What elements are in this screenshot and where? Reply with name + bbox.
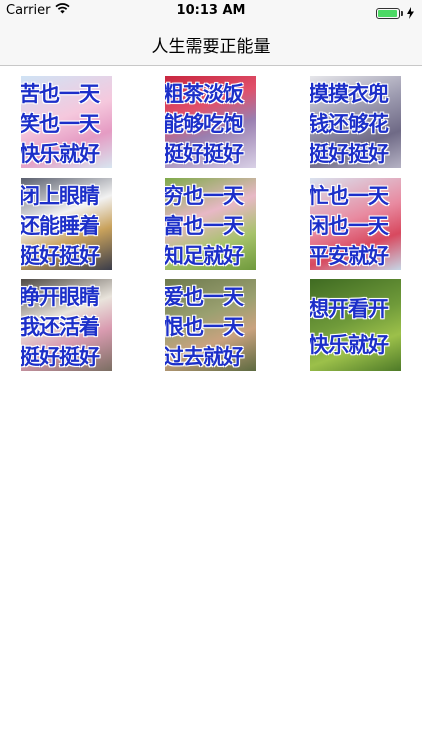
tile-line: 闭上眼睛 (21, 183, 100, 208)
battery-tip (401, 11, 403, 16)
grid-tile-4[interactable]: 闭上眼睛 还能睡着 挺好挺好 (21, 178, 112, 270)
status-time: 10:13 AM (176, 3, 246, 18)
tile-line: 快乐就好 (21, 141, 100, 166)
grid-tile-7[interactable]: 睁开眼睛 我还活着 挺好挺好 (21, 279, 112, 371)
tile-line: 平安就好 (310, 243, 389, 268)
status-bar: Carrier 10:13 AM (0, 0, 422, 22)
tile-line: 还能睡着 (21, 213, 100, 238)
grid-tile-5[interactable]: 穷也一天 富也一天 知足就好 (165, 178, 256, 270)
tile-line: 挺好挺好 (21, 243, 100, 268)
tile-line: 挺好挺好 (21, 344, 100, 369)
battery-icon (376, 8, 400, 19)
page-title: 人生需要正能量 (151, 37, 271, 57)
tile-line: 摸摸衣兜 (310, 81, 389, 106)
tile-line: 粗茶淡饭 (165, 81, 244, 106)
tile-line: 忙也一天 (310, 183, 389, 208)
grid-tile-8[interactable]: 爱也一天 恨也一天 过去就好 (165, 279, 256, 371)
tile-line: 恨也一天 (165, 314, 244, 339)
tile-line: 笑也一天 (21, 111, 100, 136)
tile-line: 我还活着 (21, 314, 100, 339)
tile-line: 知足就好 (165, 243, 244, 268)
tile-line: 能够吃饱 (165, 111, 244, 136)
navigation-bar: 人生需要正能量 (0, 22, 422, 66)
tile-line: 过去就好 (165, 344, 244, 369)
tile-line: 爱也一天 (165, 284, 244, 309)
tile-line: 富也一天 (165, 213, 244, 238)
tile-line: 想开看开 (310, 296, 389, 321)
tile-line: 快乐就好 (310, 332, 389, 357)
grid-tile-3[interactable]: 摸摸衣兜 钱还够花 挺好挺好 (310, 76, 401, 168)
grid-tile-6[interactable]: 忙也一天 闲也一天 平安就好 (310, 178, 401, 270)
tile-line: 钱还够花 (310, 111, 389, 136)
grid-tile-2[interactable]: 粗茶淡饭 能够吃饱 挺好挺好 (165, 76, 256, 168)
tile-line: 苦也一天 (21, 81, 100, 106)
tile-line: 穷也一天 (165, 183, 244, 208)
charging-icon (407, 4, 414, 23)
tile-line: 挺好挺好 (310, 141, 389, 166)
tile-line: 闲也一天 (310, 213, 389, 238)
grid-tile-9[interactable]: 想开看开 快乐就好 (310, 279, 401, 371)
grid-tile-1[interactable]: 苦也一天 笑也一天 快乐就好 (21, 76, 112, 168)
tile-line: 睁开眼睛 (21, 284, 100, 309)
status-right (376, 4, 414, 23)
tile-line: 挺好挺好 (165, 141, 244, 166)
